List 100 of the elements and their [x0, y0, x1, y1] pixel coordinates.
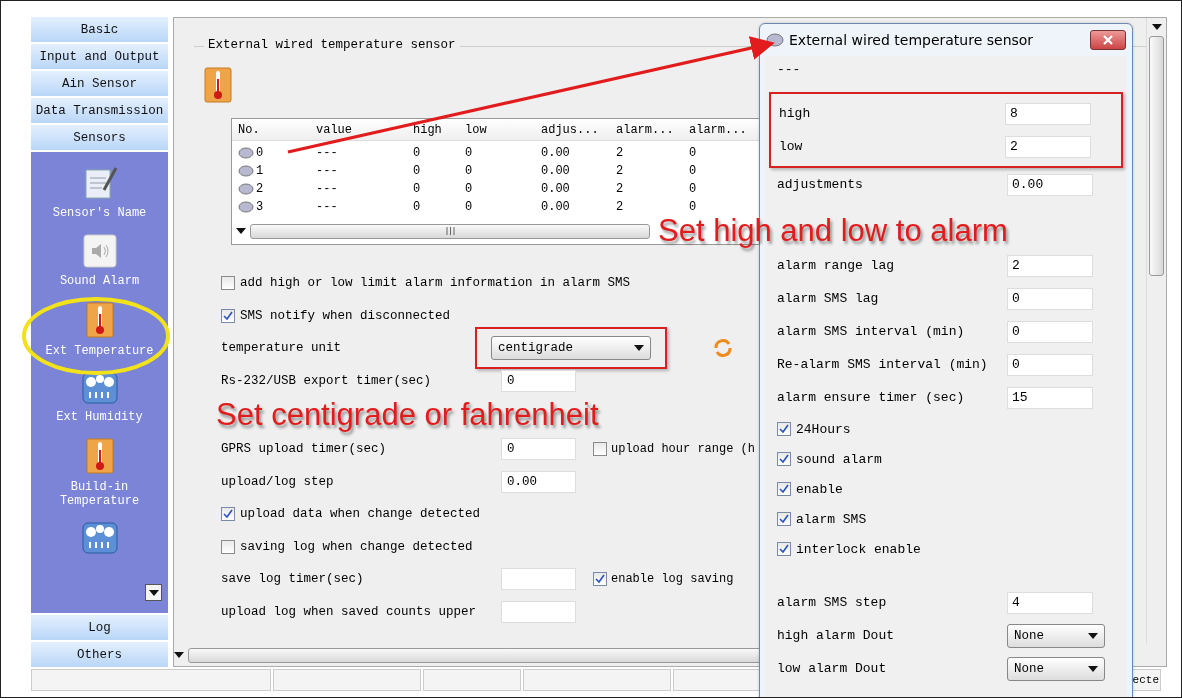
- checkbox-label[interactable]: enable: [777, 481, 843, 497]
- field-label: save log timer(sec): [221, 572, 365, 587]
- checkbox[interactable]: [221, 539, 235, 554]
- checkbox-label[interactable]: upload hour range (h: [593, 442, 756, 457]
- caret-icon: [1088, 632, 1098, 639]
- table-cell: 0.00: [541, 182, 570, 196]
- value-text: ---: [777, 61, 801, 77]
- thermometer-icon: [85, 302, 114, 338]
- column-header[interactable]: alarm...: [689, 122, 747, 137]
- checkbox-label[interactable]: saving log when change detected: [221, 539, 473, 554]
- table-cell: 2: [616, 146, 624, 160]
- sidebar-section[interactable]: Sensors: [31, 125, 168, 150]
- table-cell: ---: [316, 164, 338, 178]
- table-cell: 0: [413, 164, 421, 178]
- sensor-icon: [238, 183, 254, 195]
- field-label: high: [779, 106, 811, 121]
- input-field[interactable]: [501, 568, 576, 591]
- group-title: External wired temperature sensor: [204, 38, 460, 52]
- table-cell: ---: [316, 200, 338, 214]
- table-cell: 2: [616, 182, 624, 196]
- dialog-title: External wired temperature sensor: [789, 32, 1035, 48]
- close-icon: [1103, 35, 1113, 45]
- sidebar-section[interactable]: Input and Output: [31, 44, 168, 69]
- checkbox-label[interactable]: sound alarm: [777, 451, 882, 467]
- checkbox-label[interactable]: add high or low limit alarm information in alarm SMS: [221, 276, 631, 291]
- checkbox-label[interactable]: upload data when change detected: [221, 507, 481, 522]
- speaker-icon: [82, 234, 117, 268]
- input-field[interactable]: 2: [1005, 135, 1091, 158]
- input-field[interactable]: 0: [1007, 320, 1093, 343]
- checkbox-label[interactable]: 24Hours: [777, 421, 851, 437]
- sensor-icon: [766, 33, 784, 47]
- checkbox-label[interactable]: alarm SMS: [777, 511, 867, 527]
- input-field[interactable]: 0: [1007, 287, 1093, 310]
- field-label: GPRS upload timer(sec): [221, 442, 388, 457]
- checkbox[interactable]: [593, 572, 607, 587]
- sidebar-section[interactable]: Data Transmission: [31, 98, 168, 123]
- dropdown[interactable]: None: [1007, 623, 1105, 648]
- sensor-icon: [238, 147, 254, 159]
- sidebar-section[interactable]: Log: [31, 615, 168, 640]
- dropdown[interactable]: None: [1007, 656, 1105, 681]
- input-field[interactable]: 0: [1007, 353, 1093, 376]
- input-field[interactable]: 2: [1007, 254, 1093, 277]
- checkbox[interactable]: [593, 442, 607, 457]
- table-cell: 0: [465, 146, 473, 160]
- input-field[interactable]: 4: [1007, 591, 1093, 614]
- checkbox[interactable]: [221, 507, 235, 522]
- sidebar-section[interactable]: Others: [31, 642, 168, 667]
- field-label: alarm ensure timer (sec): [777, 390, 965, 405]
- column-header[interactable]: high: [413, 122, 442, 137]
- column-header[interactable]: value: [316, 122, 352, 137]
- column-header[interactable]: adjus...: [541, 122, 599, 137]
- table-cell: 0: [413, 146, 421, 160]
- column-header[interactable]: alarm...: [616, 122, 674, 137]
- table-cell: 2: [256, 182, 264, 196]
- checkbox[interactable]: [777, 482, 791, 496]
- table-cell: 3: [256, 200, 264, 214]
- input-field[interactable]: 0.00: [501, 470, 576, 493]
- refresh-icon: [713, 338, 733, 359]
- input-field[interactable]: 8: [1005, 102, 1091, 125]
- input-field[interactable]: [501, 600, 576, 623]
- table-cell: 2: [616, 200, 624, 214]
- field-label: low: [779, 139, 803, 154]
- field-label: alarm SMS step: [777, 595, 887, 610]
- dropdown[interactable]: centigrade: [491, 336, 651, 361]
- table-cell: 0: [256, 146, 264, 160]
- checkbox-label[interactable]: interlock enable: [777, 541, 921, 557]
- input-field[interactable]: 15: [1007, 386, 1093, 409]
- scroll-down-button[interactable]: [145, 584, 162, 601]
- checkbox[interactable]: [777, 422, 791, 436]
- annotation-text: Set centigrade or fahrenheit: [216, 397, 599, 433]
- table-cell: ---: [316, 146, 338, 160]
- checkbox-label[interactable]: SMS notify when disconnected: [221, 308, 451, 323]
- table-cell: 0: [465, 182, 473, 196]
- input-field[interactable]: 0: [501, 438, 576, 461]
- table-cell: 0: [689, 200, 697, 214]
- caret-icon: [148, 589, 159, 596]
- checkbox[interactable]: [221, 276, 235, 291]
- column-header[interactable]: low: [465, 122, 487, 137]
- checkbox-label[interactable]: enable log saving: [593, 572, 734, 587]
- table-cell: 0.00: [541, 164, 570, 178]
- caret-icon: [634, 345, 644, 352]
- checkbox[interactable]: [777, 542, 791, 556]
- table-cell: 0: [413, 182, 421, 196]
- sidebar-section[interactable]: Ain Sensor: [31, 71, 168, 96]
- table-cell: 2: [616, 164, 624, 178]
- input-field[interactable]: 0.00: [1007, 173, 1093, 196]
- checkbox[interactable]: [777, 452, 791, 466]
- table-cell: 0: [465, 200, 473, 214]
- scrollbar[interactable]: [1146, 18, 1166, 644]
- caret-icon: [174, 652, 184, 658]
- checkbox[interactable]: [221, 308, 235, 323]
- field-label: high alarm Dout: [777, 628, 895, 643]
- close-button[interactable]: [1090, 30, 1126, 50]
- sidebar-section[interactable]: Basic: [31, 17, 168, 42]
- field-label: upload/log step: [221, 474, 335, 489]
- field-label: Rs-232/USB export timer(sec): [221, 373, 433, 388]
- column-header[interactable]: No.: [238, 122, 260, 137]
- checkbox[interactable]: [777, 512, 791, 526]
- field-label: alarm range lag: [777, 258, 895, 273]
- input-field[interactable]: 0: [501, 369, 576, 392]
